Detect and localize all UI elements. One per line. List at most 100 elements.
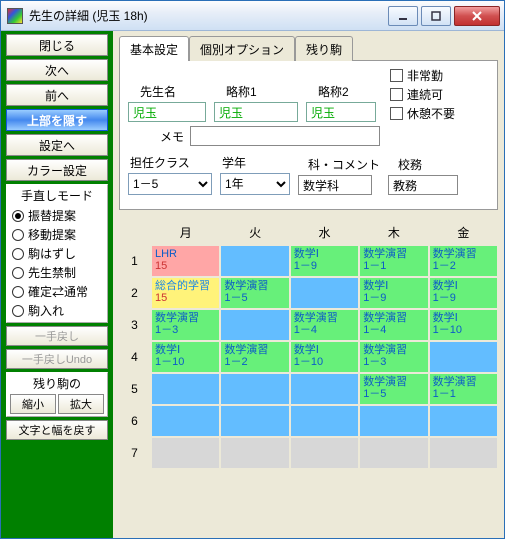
abbr2-input[interactable] xyxy=(306,102,376,122)
shrink-button[interactable]: 縮小 xyxy=(10,394,56,414)
grade-select[interactable]: 1年 xyxy=(220,173,290,195)
chk-nobreak[interactable]: 休憩不要 xyxy=(390,105,455,122)
tab-0[interactable]: 基本設定 xyxy=(119,36,189,61)
undo2-button[interactable]: 一手戻しUndo xyxy=(6,349,108,369)
remain-panel: 残り駒の縮小拡大 xyxy=(6,372,108,417)
day-header-1[interactable]: 火 xyxy=(220,220,289,245)
day-header-4[interactable]: 金 xyxy=(429,220,498,245)
cell-1-4[interactable]: 数学演習1－1 xyxy=(360,246,427,276)
cell-2-2[interactable]: 数学演習1－5 xyxy=(221,278,288,308)
cell-3-3[interactable]: 数学演習1－4 xyxy=(291,310,358,340)
cell-5-4[interactable]: 数学演習1－5 xyxy=(360,374,427,404)
cell-6-3[interactable] xyxy=(291,406,358,436)
day-header-0[interactable]: 月 xyxy=(151,220,220,245)
cell-4-4[interactable]: 数学演習1－3 xyxy=(360,342,427,372)
cell-6-4[interactable] xyxy=(360,406,427,436)
sidebar-btn-2[interactable]: 前へ xyxy=(6,84,108,106)
undo1-button[interactable]: 一手戻し xyxy=(6,326,108,346)
cell-5-5[interactable]: 数学演習1－1 xyxy=(430,374,497,404)
remain-title: 残り駒の xyxy=(10,375,104,392)
sidebar-btn-1[interactable]: 次へ xyxy=(6,59,108,81)
day-header-3[interactable]: 木 xyxy=(359,220,428,245)
cell-6-1[interactable] xyxy=(152,406,219,436)
chk-parttime[interactable]: 非常勤 xyxy=(390,67,455,84)
day-header-row: 月火水木金 xyxy=(151,220,498,245)
cell-3-1[interactable]: 数学演習1－3 xyxy=(152,310,219,340)
abbr1-input[interactable] xyxy=(214,102,298,122)
cell-1-5[interactable]: 数学演習1－2 xyxy=(430,246,497,276)
cell-1-1[interactable]: LHR15 xyxy=(152,246,219,276)
titlebar: 先生の詳細 (児玉 18h) xyxy=(1,1,504,31)
sidebar-btn-3[interactable]: 上部を隠す xyxy=(6,109,108,131)
duty-label: 校務 xyxy=(398,156,458,173)
minimize-button[interactable] xyxy=(388,6,418,26)
day-header-2[interactable]: 水 xyxy=(290,220,359,245)
duty-input[interactable] xyxy=(388,175,458,195)
cell-6-2[interactable] xyxy=(221,406,288,436)
main: 基本設定個別オプション残り駒 先生名 略称1 略称2 xyxy=(113,31,504,538)
cell-7-5[interactable] xyxy=(430,438,497,468)
period-header-7: 7 xyxy=(119,437,151,469)
mode-panel: 手直しモード振替提案移動提案駒はずし先生禁制確定⇄通常駒入れ xyxy=(6,184,108,323)
cell-3-4[interactable]: 数学演習1－4 xyxy=(360,310,427,340)
tab-2[interactable]: 残り駒 xyxy=(295,36,353,61)
mode-option-3[interactable]: 先生禁制 xyxy=(10,263,104,282)
schedule-grid: 1LHR15数学Ⅰ1－9数学演習1－1数学演習1－22総合的学習15数学演習1－… xyxy=(119,245,498,469)
sidebar-btn-4[interactable]: 設定へ xyxy=(6,134,108,156)
cell-3-2[interactable] xyxy=(221,310,288,340)
close-button[interactable] xyxy=(454,6,500,26)
radio-icon xyxy=(12,286,24,298)
cell-5-3[interactable] xyxy=(291,374,358,404)
cell-2-5[interactable]: 数学Ⅰ1－9 xyxy=(430,278,497,308)
cell-5-1[interactable] xyxy=(152,374,219,404)
cell-2-3[interactable] xyxy=(291,278,358,308)
radio-icon xyxy=(12,248,24,260)
tab-strip: 基本設定個別オプション残り駒 xyxy=(119,35,498,60)
subject-input[interactable] xyxy=(298,175,372,195)
sidebar-btn-5[interactable]: カラー設定 xyxy=(6,159,108,181)
cell-2-1[interactable]: 総合的学習15 xyxy=(152,278,219,308)
class-label: 担任クラス xyxy=(130,154,212,171)
mode-option-2[interactable]: 駒はずし xyxy=(10,244,104,263)
cell-3-5[interactable]: 数学Ⅰ1－10 xyxy=(430,310,497,340)
cell-1-3[interactable]: 数学Ⅰ1－9 xyxy=(291,246,358,276)
cell-7-3[interactable] xyxy=(291,438,358,468)
window-title: 先生の詳細 (児玉 18h) xyxy=(29,7,388,24)
chk-continuous[interactable]: 連続可 xyxy=(390,86,455,103)
mode-title: 手直しモード xyxy=(10,187,104,204)
class-select[interactable]: 1－5 xyxy=(128,173,212,195)
cell-6-5[interactable] xyxy=(430,406,497,436)
enlarge-button[interactable]: 拡大 xyxy=(58,394,104,414)
sidebar: 閉じる次へ前へ上部を隠す設定へカラー設定手直しモード振替提案移動提案駒はずし先生… xyxy=(1,31,113,538)
maximize-button[interactable] xyxy=(421,6,451,26)
name-label: 先生名 xyxy=(140,83,206,100)
schedule-area: 月火水木金 1LHR15数学Ⅰ1－9数学演習1－1数学演習1－22総合的学習15… xyxy=(119,220,498,532)
period-header-3: 3 xyxy=(119,309,151,341)
cell-2-4[interactable]: 数学Ⅰ1－9 xyxy=(360,278,427,308)
mode-option-1[interactable]: 移動提案 xyxy=(10,225,104,244)
checkbox-icon xyxy=(390,88,403,101)
abbr1-label: 略称1 xyxy=(226,83,298,100)
mode-option-0[interactable]: 振替提案 xyxy=(10,206,104,225)
memo-input[interactable] xyxy=(190,126,380,146)
period-header-1: 1 xyxy=(119,245,151,277)
window: 先生の詳細 (児玉 18h) 閉じる次へ前へ上部を隠す設定へカラー設定手直しモー… xyxy=(0,0,505,539)
mode-option-5[interactable]: 駒入れ xyxy=(10,301,104,320)
cell-1-2[interactable] xyxy=(221,246,288,276)
reset-button[interactable]: 文字と幅を戻す xyxy=(6,420,108,440)
cell-5-2[interactable] xyxy=(221,374,288,404)
cell-4-5[interactable] xyxy=(430,342,497,372)
cell-7-1[interactable] xyxy=(152,438,219,468)
cell-4-3[interactable]: 数学Ⅰ1－10 xyxy=(291,342,358,372)
period-header-2: 2 xyxy=(119,277,151,309)
tab-1[interactable]: 個別オプション xyxy=(189,36,295,61)
mode-option-4[interactable]: 確定⇄通常 xyxy=(10,282,104,301)
grade-label: 学年 xyxy=(222,154,290,171)
sidebar-btn-0[interactable]: 閉じる xyxy=(6,34,108,56)
name-input[interactable] xyxy=(128,102,206,122)
period-header-4: 4 xyxy=(119,341,151,373)
cell-7-4[interactable] xyxy=(360,438,427,468)
cell-4-2[interactable]: 数学演習1－2 xyxy=(221,342,288,372)
cell-4-1[interactable]: 数学Ⅰ1－10 xyxy=(152,342,219,372)
cell-7-2[interactable] xyxy=(221,438,288,468)
